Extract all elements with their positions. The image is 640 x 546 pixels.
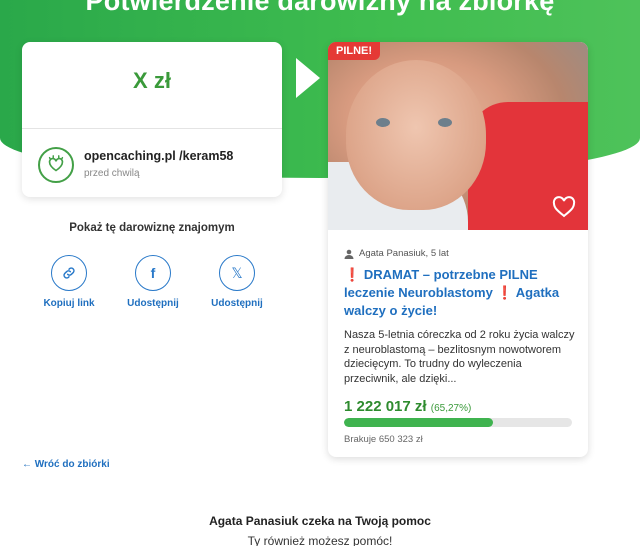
share-button-label: Kopiuj link [43, 298, 95, 309]
help-heading: Agata Panasiuk czeka na Twoją pomoc [209, 514, 431, 528]
donation-amount: X zł [133, 68, 171, 93]
progress-fill [344, 418, 493, 427]
progress-bar [344, 418, 572, 427]
link-icon [51, 255, 87, 291]
donor-name: opencaching.pl /keram58 [84, 149, 234, 163]
raised-value: 1 222 017 zł [344, 398, 427, 415]
campaign-photo [328, 42, 588, 230]
share-facebook-button[interactable]: f Udostępnij [115, 255, 191, 309]
eye [438, 118, 452, 127]
divider [22, 128, 282, 129]
exclamation-icon: ❗ [344, 267, 361, 282]
page-title: Potwierdzenie darowizny na zbiórkę [85, 0, 555, 16]
facebook-icon: f [135, 255, 171, 291]
share-button-label: Udostępnij [211, 298, 263, 309]
author-text: Agata Panasiuk, 5 lat [359, 248, 449, 259]
raised-percent: (65,27%) [430, 403, 472, 414]
photo-face [346, 60, 486, 210]
help-subheading: Ty również możesz pomóc! [247, 534, 393, 546]
raised-amount: 1 222 017 zł (65,27%) [344, 398, 471, 415]
heart-hands-icon [48, 155, 64, 172]
campaign-author: Agata Panasiuk, 5 lat [344, 248, 449, 259]
share-title: Pokaż tę darowiznę znajomym [69, 222, 235, 234]
share-button-label: Udostępnij [127, 298, 179, 309]
share-x-button[interactable]: 𝕏 Udostępnij [199, 255, 275, 309]
eye [376, 118, 390, 127]
exclamation-icon: ❗ [496, 285, 513, 300]
donation-card: X zł opencaching.pl /keram58 przed chwil… [22, 42, 282, 197]
back-link-label: Wróć do zbiórki [34, 459, 110, 470]
campaign-title[interactable]: ❗ DRAMAT – potrzebne PILNE leczenie Neur… [344, 266, 576, 320]
arrow-right-icon [296, 58, 320, 98]
user-icon [344, 249, 354, 259]
arrow-left-icon: ← [22, 459, 32, 470]
heart-icon[interactable] [552, 196, 576, 218]
back-link[interactable]: ← Wróć do zbiórki [22, 459, 110, 470]
copy-link-button[interactable]: Kopiuj link [31, 255, 107, 309]
missing-amount: Brakuje 650 323 zł [344, 434, 423, 445]
donor-time: przed chwilą [84, 168, 140, 179]
urgent-badge: PILNE! [328, 42, 381, 60]
campaign-description: Nasza 5-letnia córeczka od 2 roku życia … [344, 329, 575, 385]
donor-avatar [38, 147, 74, 183]
campaign-card[interactable]: PILNE! Agata Panasiuk, 5 lat ❗ DRAMAT – … [328, 42, 588, 457]
x-icon: 𝕏 [219, 255, 255, 291]
